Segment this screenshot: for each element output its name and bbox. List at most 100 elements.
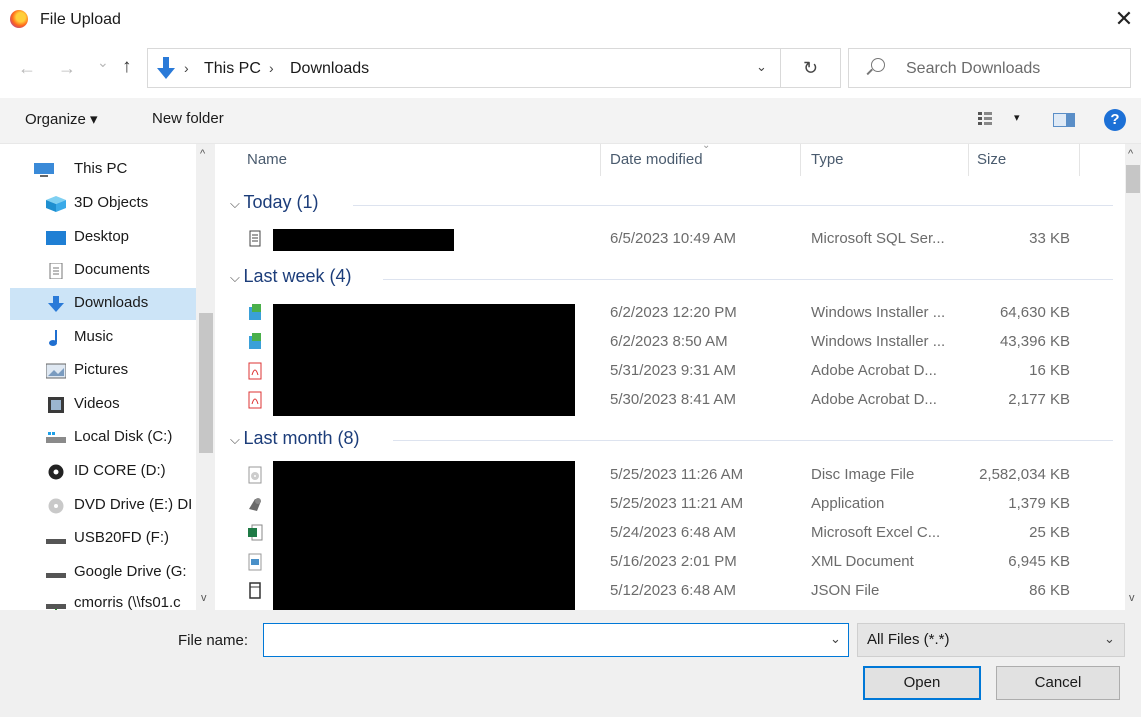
file-size: 1,379 KB <box>1008 495 1070 512</box>
open-button[interactable]: Open <box>863 666 981 700</box>
cancel-button[interactable]: Cancel <box>996 666 1120 700</box>
sidebar-item-videos[interactable]: Videos <box>10 389 196 421</box>
file-type: Microsoft Excel C... <box>811 524 941 541</box>
column-header-type[interactable]: Type <box>811 151 844 168</box>
breadcrumb-separator: › <box>184 60 189 76</box>
installer-icon <box>249 333 261 349</box>
sidebar-scroll-up[interactable]: ^ <box>200 148 205 160</box>
navigation-pane: This PC 3D Objects Desktop Documents Dow… <box>0 144 215 610</box>
sidebar-item-label: Downloads <box>74 294 149 311</box>
column-header-size[interactable]: Size <box>977 151 1006 168</box>
file-type: Disc Image File <box>811 466 915 483</box>
disc-image-icon <box>248 466 262 484</box>
sidebar-item-usb[interactable]: USB20FD (F:) <box>10 523 196 555</box>
file-type-filter[interactable]: All Files (*.*) ⌄ <box>857 623 1125 657</box>
sidebar-item-downloads[interactable]: Downloads <box>10 288 196 320</box>
view-options-icon[interactable] <box>978 112 992 126</box>
sidebar-item-pictures[interactable]: Pictures <box>10 355 196 387</box>
file-date: 6/2/2023 12:20 PM <box>610 304 737 321</box>
view-dropdown-icon[interactable]: ▾ <box>1014 111 1020 124</box>
search-input[interactable]: Search Downloads <box>848 48 1131 88</box>
column-header-date[interactable]: Date modified <box>610 151 703 168</box>
recent-locations-button[interactable]: ⌄ <box>97 54 109 71</box>
chevron-down-icon[interactable]: ⌄ <box>830 631 841 647</box>
refresh-button[interactable]: ↻ <box>781 48 841 88</box>
file-list-scroll-up[interactable]: ^ <box>1128 148 1133 160</box>
sidebar-item-id-core[interactable]: ID CORE (D:) <box>10 456 196 488</box>
list-item[interactable]: 6/5/2023 10:49 AM Microsoft SQL Ser... 3… <box>215 226 1115 254</box>
file-type: Application <box>811 495 885 512</box>
sidebar-scroll-down[interactable]: v <box>201 592 207 604</box>
file-list-scrollbar[interactable] <box>1125 144 1141 610</box>
help-icon[interactable]: ? <box>1104 109 1126 131</box>
sidebar-item-this-pc[interactable]: This PC <box>10 154 196 186</box>
file-size: 6,945 KB <box>1008 553 1070 570</box>
file-date: 5/24/2023 6:48 AM <box>610 524 736 541</box>
firefox-icon <box>10 10 28 28</box>
file-name-input[interactable]: ⌄ <box>263 623 849 657</box>
file-size: 2,177 KB <box>1008 391 1070 408</box>
forward-button[interactable]: → <box>58 58 76 79</box>
cube-icon <box>46 196 66 212</box>
list-item[interactable]: 5/25/2023 11:26 AM Disc Image File 2,582… <box>215 462 1115 490</box>
group-header-today[interactable]: ⌵ Today (1) <box>230 192 319 213</box>
back-button[interactable]: ← <box>18 58 36 79</box>
sidebar-item-network[interactable]: cmorris (\\fs01.c <box>10 588 196 610</box>
file-date: 5/25/2023 11:21 AM <box>610 495 744 512</box>
usb-drive-icon <box>46 539 66 544</box>
column-header-name[interactable]: Name <box>247 151 287 168</box>
list-item[interactable]: 5/25/2023 11:21 AM Application 1,379 KB <box>215 491 1115 519</box>
address-bar[interactable]: › This PC › Downloads ⌄ <box>147 48 781 88</box>
sidebar-item-label: Google Drive (G: <box>74 563 187 580</box>
sidebar-scrollbar-thumb[interactable] <box>199 313 213 453</box>
close-button[interactable]: ✕ <box>1112 6 1136 32</box>
list-item[interactable]: 5/12/2023 6:48 AM JSON File 86 KB <box>215 578 1115 606</box>
sidebar-item-3d-objects[interactable]: 3D Objects <box>10 188 196 220</box>
installer-icon <box>249 304 261 320</box>
chevron-down-icon[interactable]: ⌄ <box>756 59 767 75</box>
list-item[interactable]: 6/2/2023 8:50 AM Windows Installer ... 4… <box>215 329 1115 357</box>
json-icon <box>249 582 261 599</box>
pdf-icon <box>248 391 262 409</box>
sidebar-item-music[interactable]: Music <box>10 322 196 354</box>
download-icon <box>48 296 64 312</box>
up-button[interactable]: ↑ <box>122 56 132 78</box>
list-item[interactable]: 5/30/2023 8:41 AM Adobe Acrobat D... 2,1… <box>215 387 1115 415</box>
breadcrumb-downloads[interactable]: Downloads <box>290 60 369 78</box>
file-type: Windows Installer ... <box>811 304 946 321</box>
file-type: Windows Installer ... <box>811 333 946 350</box>
sidebar-item-google-drive[interactable]: Google Drive (G: <box>10 557 196 589</box>
file-name-label: File name: <box>178 632 249 649</box>
file-list-scrollbar-thumb[interactable] <box>1126 165 1140 193</box>
list-item[interactable]: 6/2/2023 12:20 PM Windows Installer ... … <box>215 300 1115 328</box>
file-size: 43,396 KB <box>999 333 1070 350</box>
sidebar-item-local-disk[interactable]: Local Disk (C:) <box>10 422 196 454</box>
search-icon <box>871 58 885 72</box>
breadcrumb-separator: › <box>269 60 274 76</box>
group-header-last-week[interactable]: ⌵ Last week (4) <box>230 266 352 287</box>
sidebar-item-documents[interactable]: Documents <box>10 255 196 287</box>
file-type: XML Document <box>811 553 914 570</box>
sidebar-item-label: DVD Drive (E:) DI <box>74 496 193 513</box>
window-title: File Upload <box>40 11 121 28</box>
sidebar-item-desktop[interactable]: Desktop <box>10 222 196 254</box>
sidebar-item-label: Videos <box>74 395 120 412</box>
group-header-last-month[interactable]: ⌵ Last month (8) <box>230 428 360 449</box>
new-folder-button[interactable]: New folder <box>152 110 224 127</box>
file-date: 6/5/2023 10:49 AM <box>610 230 736 247</box>
list-item[interactable]: 5/16/2023 2:01 PM XML Document 6,945 KB <box>215 549 1115 577</box>
desktop-icon <box>46 231 66 245</box>
sidebar-item-label: Music <box>74 328 114 345</box>
file-size: 86 KB <box>1029 582 1070 599</box>
file-list-scroll-down[interactable]: v <box>1129 592 1135 604</box>
list-item[interactable]: 5/24/2023 6:48 AM Microsoft Excel C... 2… <box>215 520 1115 548</box>
sort-indicator-icon: ⌄ <box>702 144 711 151</box>
pdf-icon <box>248 362 262 380</box>
list-item[interactable]: 5/31/2023 9:31 AM Adobe Acrobat D... 16 … <box>215 358 1115 386</box>
sidebar-item-dvd-drive[interactable]: DVD Drive (E:) DI <box>10 490 196 522</box>
organize-button[interactable]: Organize ▾ <box>25 110 98 128</box>
breadcrumb-this-pc[interactable]: This PC <box>204 60 261 78</box>
video-icon <box>48 397 64 413</box>
preview-pane-icon[interactable] <box>1053 113 1075 127</box>
redacted-file-name <box>273 229 454 251</box>
